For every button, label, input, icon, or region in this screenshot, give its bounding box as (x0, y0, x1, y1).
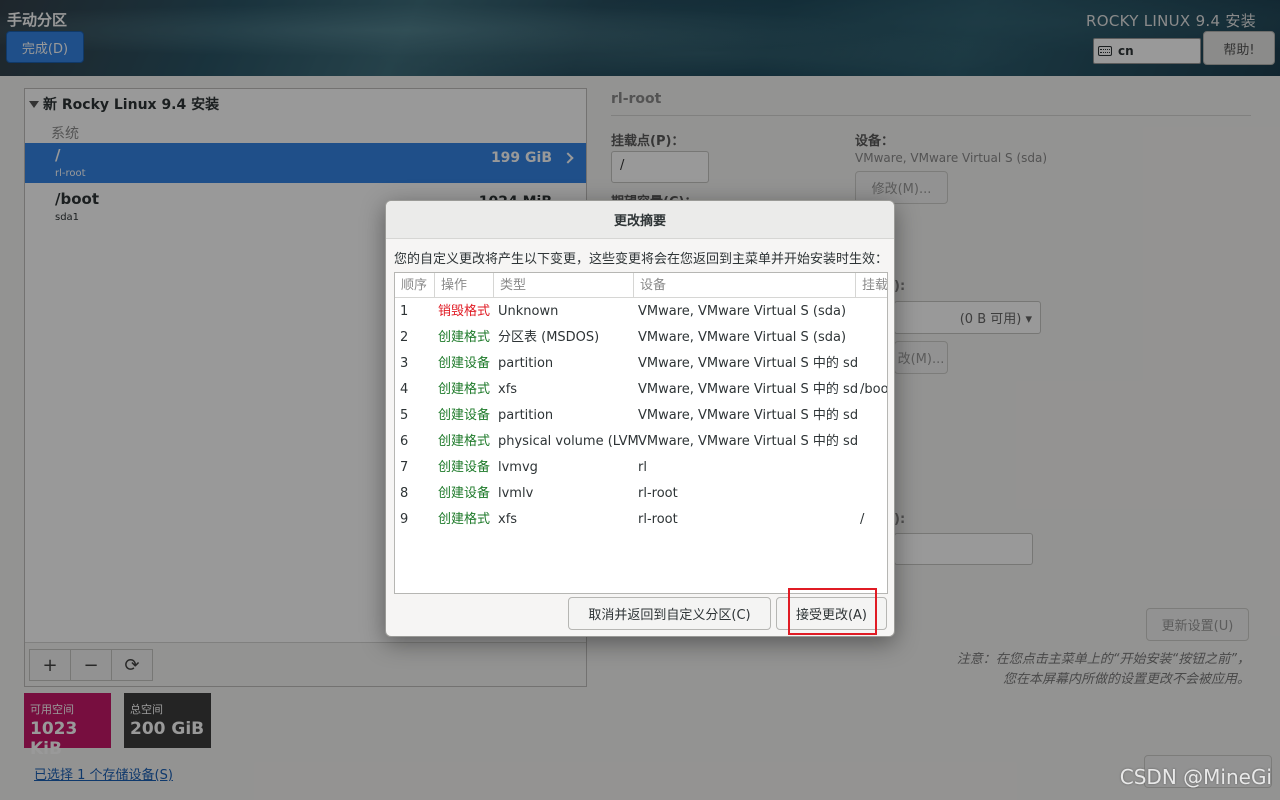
cell-order: 9 (400, 512, 409, 527)
cell-order: 3 (400, 356, 409, 371)
table-row[interactable]: 2 创建格式 分区表 (MSDOS) VMware, VMware Virtua… (395, 325, 887, 351)
dialog-message: 您的自定义更改将产生以下变更，这些变更将会在您返回到主菜单并开始安装时生效： (394, 252, 889, 267)
cell-type: lvmvg (498, 460, 538, 475)
cell-mount (860, 325, 887, 351)
table-row[interactable]: 1 销毁格式 Unknown VMware, VMware Virtual S … (395, 299, 887, 325)
cell-device: VMware, VMware Virtual S 中的 sda1 (638, 382, 858, 397)
cell-order: 1 (400, 304, 409, 319)
cell-type: 分区表 (MSDOS) (498, 330, 600, 345)
annotation-highlight-box (788, 588, 877, 635)
cell-device: VMware, VMware Virtual S 中的 sda2 (638, 434, 858, 449)
cell-type: xfs (498, 512, 518, 527)
cell-order: 8 (400, 486, 409, 501)
cell-action: 创建设备 (438, 460, 491, 475)
table-header: 顺序 操作 类型 设备 挂载 (395, 273, 887, 298)
dialog-title: 更改摘要 (386, 201, 894, 239)
cell-order: 7 (400, 460, 409, 475)
cell-mount (860, 481, 887, 507)
cell-order: 6 (400, 434, 409, 449)
cell-mount (860, 403, 887, 429)
cell-action: 创建设备 (438, 408, 491, 423)
cell-mount: / (860, 512, 865, 527)
cell-action: 创建格式 (438, 330, 491, 345)
cell-order: 5 (400, 408, 409, 423)
table-row[interactable]: 4 创建格式 xfs VMware, VMware Virtual S 中的 s… (395, 377, 887, 403)
cell-mount (860, 429, 887, 455)
cell-type: lvmlv (498, 486, 534, 501)
cell-type: partition (498, 356, 554, 371)
cell-device: VMware, VMware Virtual S 中的 sda1 (638, 356, 858, 371)
cell-action: 创建格式 (438, 434, 491, 449)
cell-type: physical volume (LVM) (498, 434, 638, 449)
cell-type: partition (498, 408, 554, 423)
column-header-order[interactable]: 顺序 (395, 273, 435, 298)
table-row[interactable]: 9 创建格式 xfs rl-root / (395, 507, 887, 533)
table-row[interactable]: 5 创建设备 partition VMware, VMware Virtual … (395, 403, 887, 429)
cell-device: VMware, VMware Virtual S (sda) (638, 304, 847, 319)
cell-action: 创建设备 (438, 486, 491, 501)
cell-device: rl (638, 460, 647, 475)
cell-order: 4 (400, 382, 409, 397)
watermark: CSDN @MineGi (1119, 765, 1272, 789)
cell-mount (860, 299, 887, 325)
cell-type: xfs (498, 382, 518, 397)
column-header-device[interactable]: 设备 (634, 273, 856, 298)
cancel-return-button[interactable]: 取消并返回到自定义分区(C) (568, 597, 771, 630)
cell-mount (860, 455, 887, 481)
cell-action: 创建格式 (438, 512, 491, 527)
table-row[interactable]: 7 创建设备 lvmvg rl (395, 455, 887, 481)
table-row[interactable]: 3 创建设备 partition VMware, VMware Virtual … (395, 351, 887, 377)
cell-action: 创建格式 (438, 382, 491, 397)
column-header-type[interactable]: 类型 (494, 273, 634, 298)
cell-action: 销毁格式 (438, 304, 491, 319)
column-header-action[interactable]: 操作 (435, 273, 494, 298)
cell-device: VMware, VMware Virtual S 中的 sda2 (638, 408, 858, 423)
cell-type: Unknown (498, 304, 559, 319)
changes-table[interactable]: 顺序 操作 类型 设备 挂载 1 销毁格式 Unknown VMware, VM… (394, 272, 888, 594)
cell-device: rl-root (638, 486, 678, 501)
table-row[interactable]: 6 创建格式 physical volume (LVM) VMware, VMw… (395, 429, 887, 455)
cell-mount (860, 351, 887, 377)
summary-of-changes-dialog: 更改摘要 您的自定义更改将产生以下变更，这些变更将会在您返回到主菜单并开始安装时… (385, 200, 895, 637)
cell-action: 创建设备 (438, 356, 491, 371)
cell-device: VMware, VMware Virtual S (sda) (638, 330, 847, 345)
table-row[interactable]: 8 创建设备 lvmlv rl-root (395, 481, 887, 507)
cell-mount: /boot (860, 382, 888, 397)
column-header-mount[interactable]: 挂载 (856, 273, 887, 298)
cell-device: rl-root (638, 512, 678, 527)
cell-order: 2 (400, 330, 409, 345)
